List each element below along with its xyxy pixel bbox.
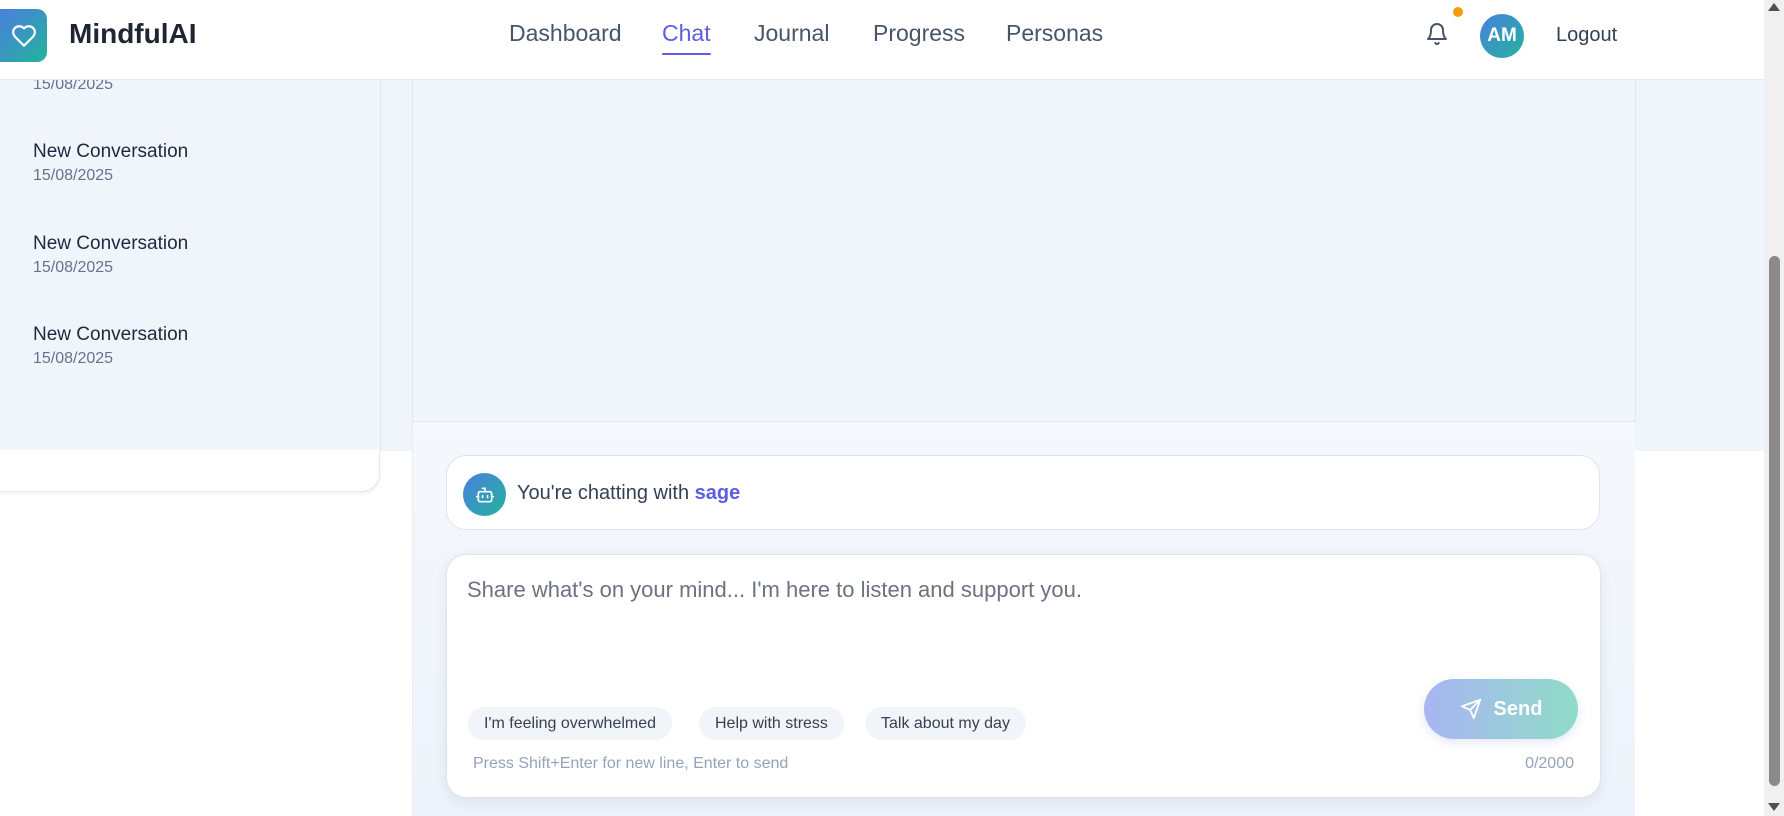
conversation-title: New Conversation	[33, 141, 189, 162]
scroll-up-arrow-icon[interactable]	[1768, 3, 1780, 11]
message-composer: I'm feeling overwhelmed Help with stress…	[446, 554, 1601, 798]
active-tab-indicator	[662, 53, 711, 55]
message-area	[412, 79, 1636, 422]
persona-name: sage	[694, 482, 741, 504]
nav-progress[interactable]: Progress	[873, 20, 965, 47]
conversation-title: New Conversation	[33, 324, 189, 345]
app-name[interactable]: MindfulAI	[69, 18, 197, 50]
keyboard-hint: Press Shift+Enter for new line, Enter to…	[473, 755, 789, 772]
suggestion-chip-day[interactable]: Talk about my day	[865, 707, 1026, 740]
scroll-down-arrow-icon[interactable]	[1768, 803, 1780, 811]
conversation-item[interactable]: New Conversation 15/08/2025	[33, 324, 188, 368]
message-input[interactable]	[467, 577, 1367, 667]
send-button[interactable]: Send	[1424, 679, 1578, 739]
nav-dashboard[interactable]: Dashboard	[509, 20, 622, 47]
avatar[interactable]: AM	[1480, 14, 1524, 58]
chatting-with-text: You're chatting with	[517, 482, 690, 504]
conversation-title: New Conversation	[33, 233, 189, 254]
heart-icon[interactable]	[0, 9, 47, 62]
bell-icon[interactable]	[1425, 22, 1449, 48]
conversation-date: 15/08/2025	[33, 167, 114, 184]
scrollbar-thumb[interactable]	[1769, 256, 1780, 786]
nav-journal[interactable]: Journal	[754, 20, 829, 47]
nav-personas[interactable]: Personas	[1006, 20, 1103, 47]
conversation-date: 15/08/2025	[33, 350, 114, 367]
nav-chat-label: Chat	[662, 20, 711, 46]
persona-banner: You're chatting with sage	[446, 455, 1600, 530]
paper-plane-icon	[1460, 698, 1482, 720]
robot-icon	[463, 473, 506, 516]
character-counter: 0/2000	[1525, 755, 1574, 772]
conversation-item[interactable]: New Conversation 15/08/2025	[33, 233, 188, 277]
suggestion-chip-overwhelmed[interactable]: I'm feeling overwhelmed	[468, 707, 673, 740]
top-navbar: MindfulAI Dashboard Chat Journal Progres…	[0, 0, 1764, 80]
persona-label: You're chatting with sage	[517, 482, 740, 505]
suggestion-chip-stress[interactable]: Help with stress	[699, 707, 844, 740]
logout-button[interactable]: Logout	[1556, 24, 1617, 47]
send-label: Send	[1493, 697, 1543, 720]
nav-chat[interactable]: Chat	[662, 20, 711, 55]
notification-dot	[1453, 7, 1463, 17]
page-scrollbar[interactable]	[1764, 0, 1784, 816]
conversation-item[interactable]: New Conversation 15/08/2025	[33, 141, 188, 185]
conversation-date: 15/08/2025	[33, 259, 114, 276]
